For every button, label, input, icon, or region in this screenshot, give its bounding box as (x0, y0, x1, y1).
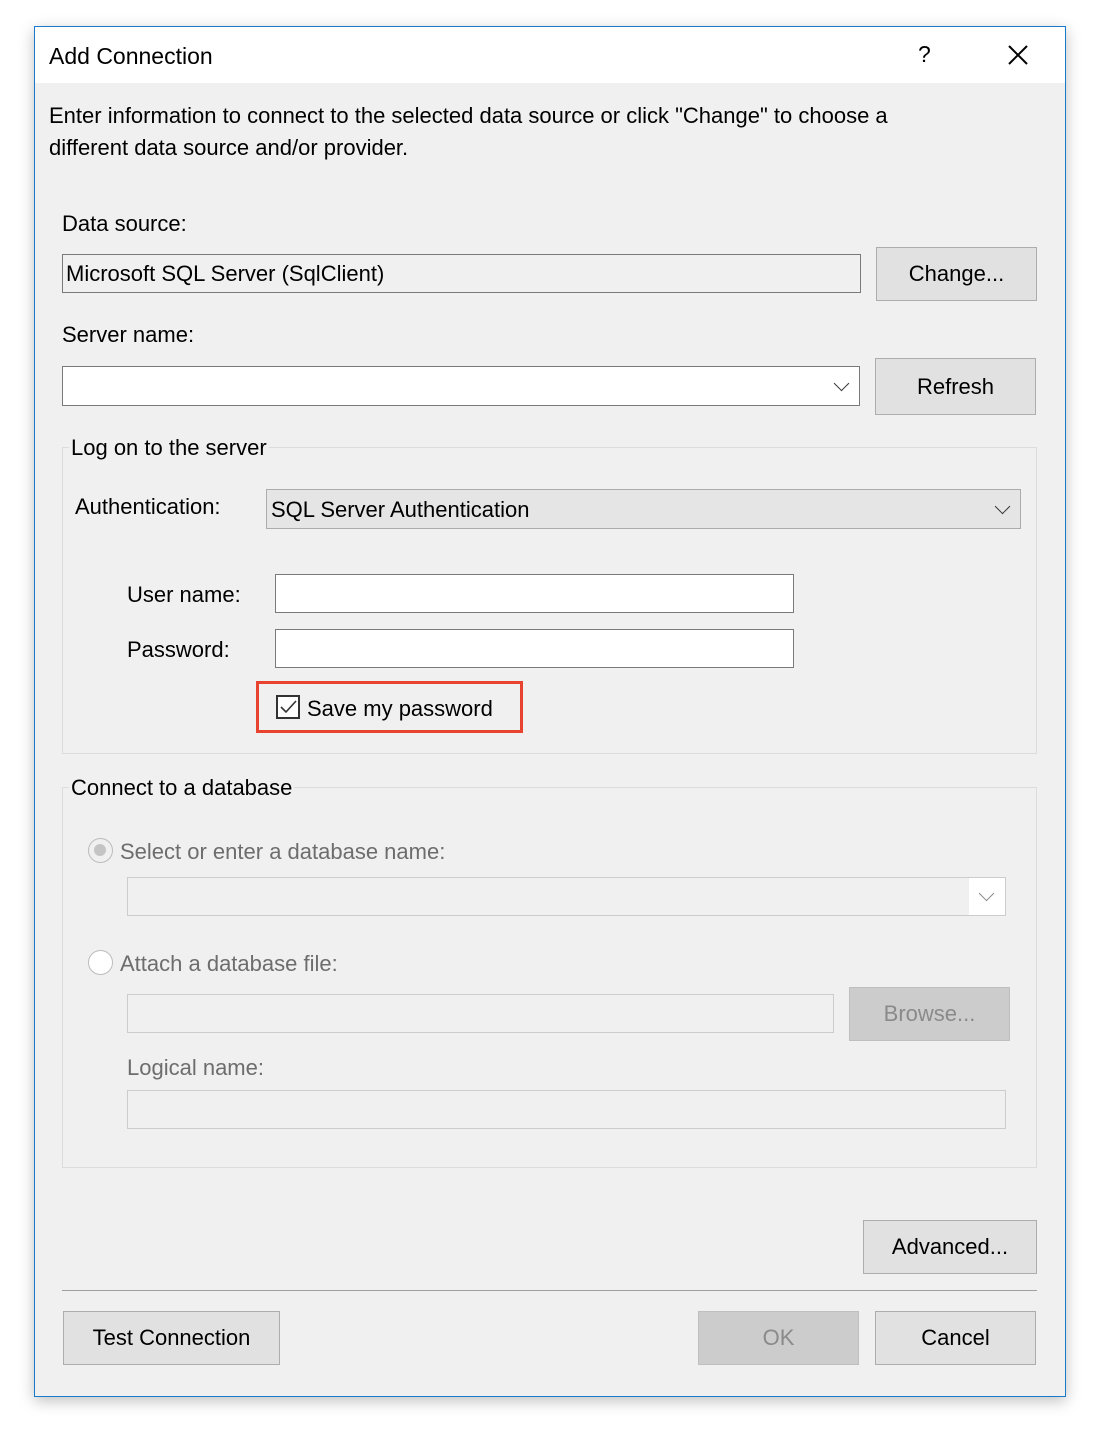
help-button[interactable]: ? (918, 41, 931, 67)
attach-file-radio[interactable] (88, 950, 113, 975)
password-label: Password: (127, 637, 230, 662)
advanced-button[interactable]: Advanced... (863, 1220, 1037, 1274)
dialog-title: Add Connection (49, 43, 213, 69)
authentication-label: Authentication: (75, 494, 221, 519)
test-connection-button[interactable]: Test Connection (63, 1311, 280, 1365)
checkmark-icon (280, 700, 297, 714)
logical-name-label: Logical name: (127, 1055, 264, 1080)
select-database-radio[interactable] (88, 838, 113, 863)
save-password-label[interactable]: Save my password (307, 696, 493, 722)
authentication-dropdown[interactable]: SQL Server Authentication (266, 489, 1021, 529)
server-name-label: Server name: (62, 322, 195, 347)
refresh-button[interactable]: Refresh (875, 358, 1036, 415)
database-group-legend: Connect to a database (69, 775, 295, 801)
logon-group-legend: Log on to the server (69, 435, 269, 461)
user-name-input[interactable] (275, 574, 794, 613)
authentication-value: SQL Server Authentication (271, 497, 530, 522)
server-name-combobox[interactable] (62, 366, 860, 406)
database-name-combobox[interactable] (127, 877, 1006, 916)
browse-button[interactable]: Browse... (849, 987, 1010, 1041)
intro-text-line2: different data source and/or provider. (49, 135, 409, 160)
change-button[interactable]: Change... (876, 247, 1037, 301)
save-password-checkbox[interactable] (276, 695, 300, 719)
logical-name-input[interactable] (127, 1090, 1006, 1129)
ok-button[interactable]: OK (698, 1311, 859, 1365)
select-database-label[interactable]: Select or enter a database name: (120, 839, 445, 865)
attach-file-label[interactable]: Attach a database file: (120, 951, 338, 977)
footer-divider (62, 1290, 1037, 1291)
attach-file-input[interactable] (127, 994, 834, 1033)
data-source-field: Microsoft SQL Server (SqlClient) (62, 254, 861, 293)
close-icon[interactable] (1007, 44, 1029, 66)
cancel-button[interactable]: Cancel (875, 1311, 1036, 1365)
data-source-label: Data source: (62, 211, 187, 236)
password-input[interactable] (275, 629, 794, 668)
user-name-label: User name: (127, 582, 241, 607)
chevron-down-icon[interactable] (833, 375, 850, 392)
intro-text-line1: Enter information to connect to the sele… (49, 103, 888, 128)
data-source-value: Microsoft SQL Server (SqlClient) (66, 261, 385, 286)
